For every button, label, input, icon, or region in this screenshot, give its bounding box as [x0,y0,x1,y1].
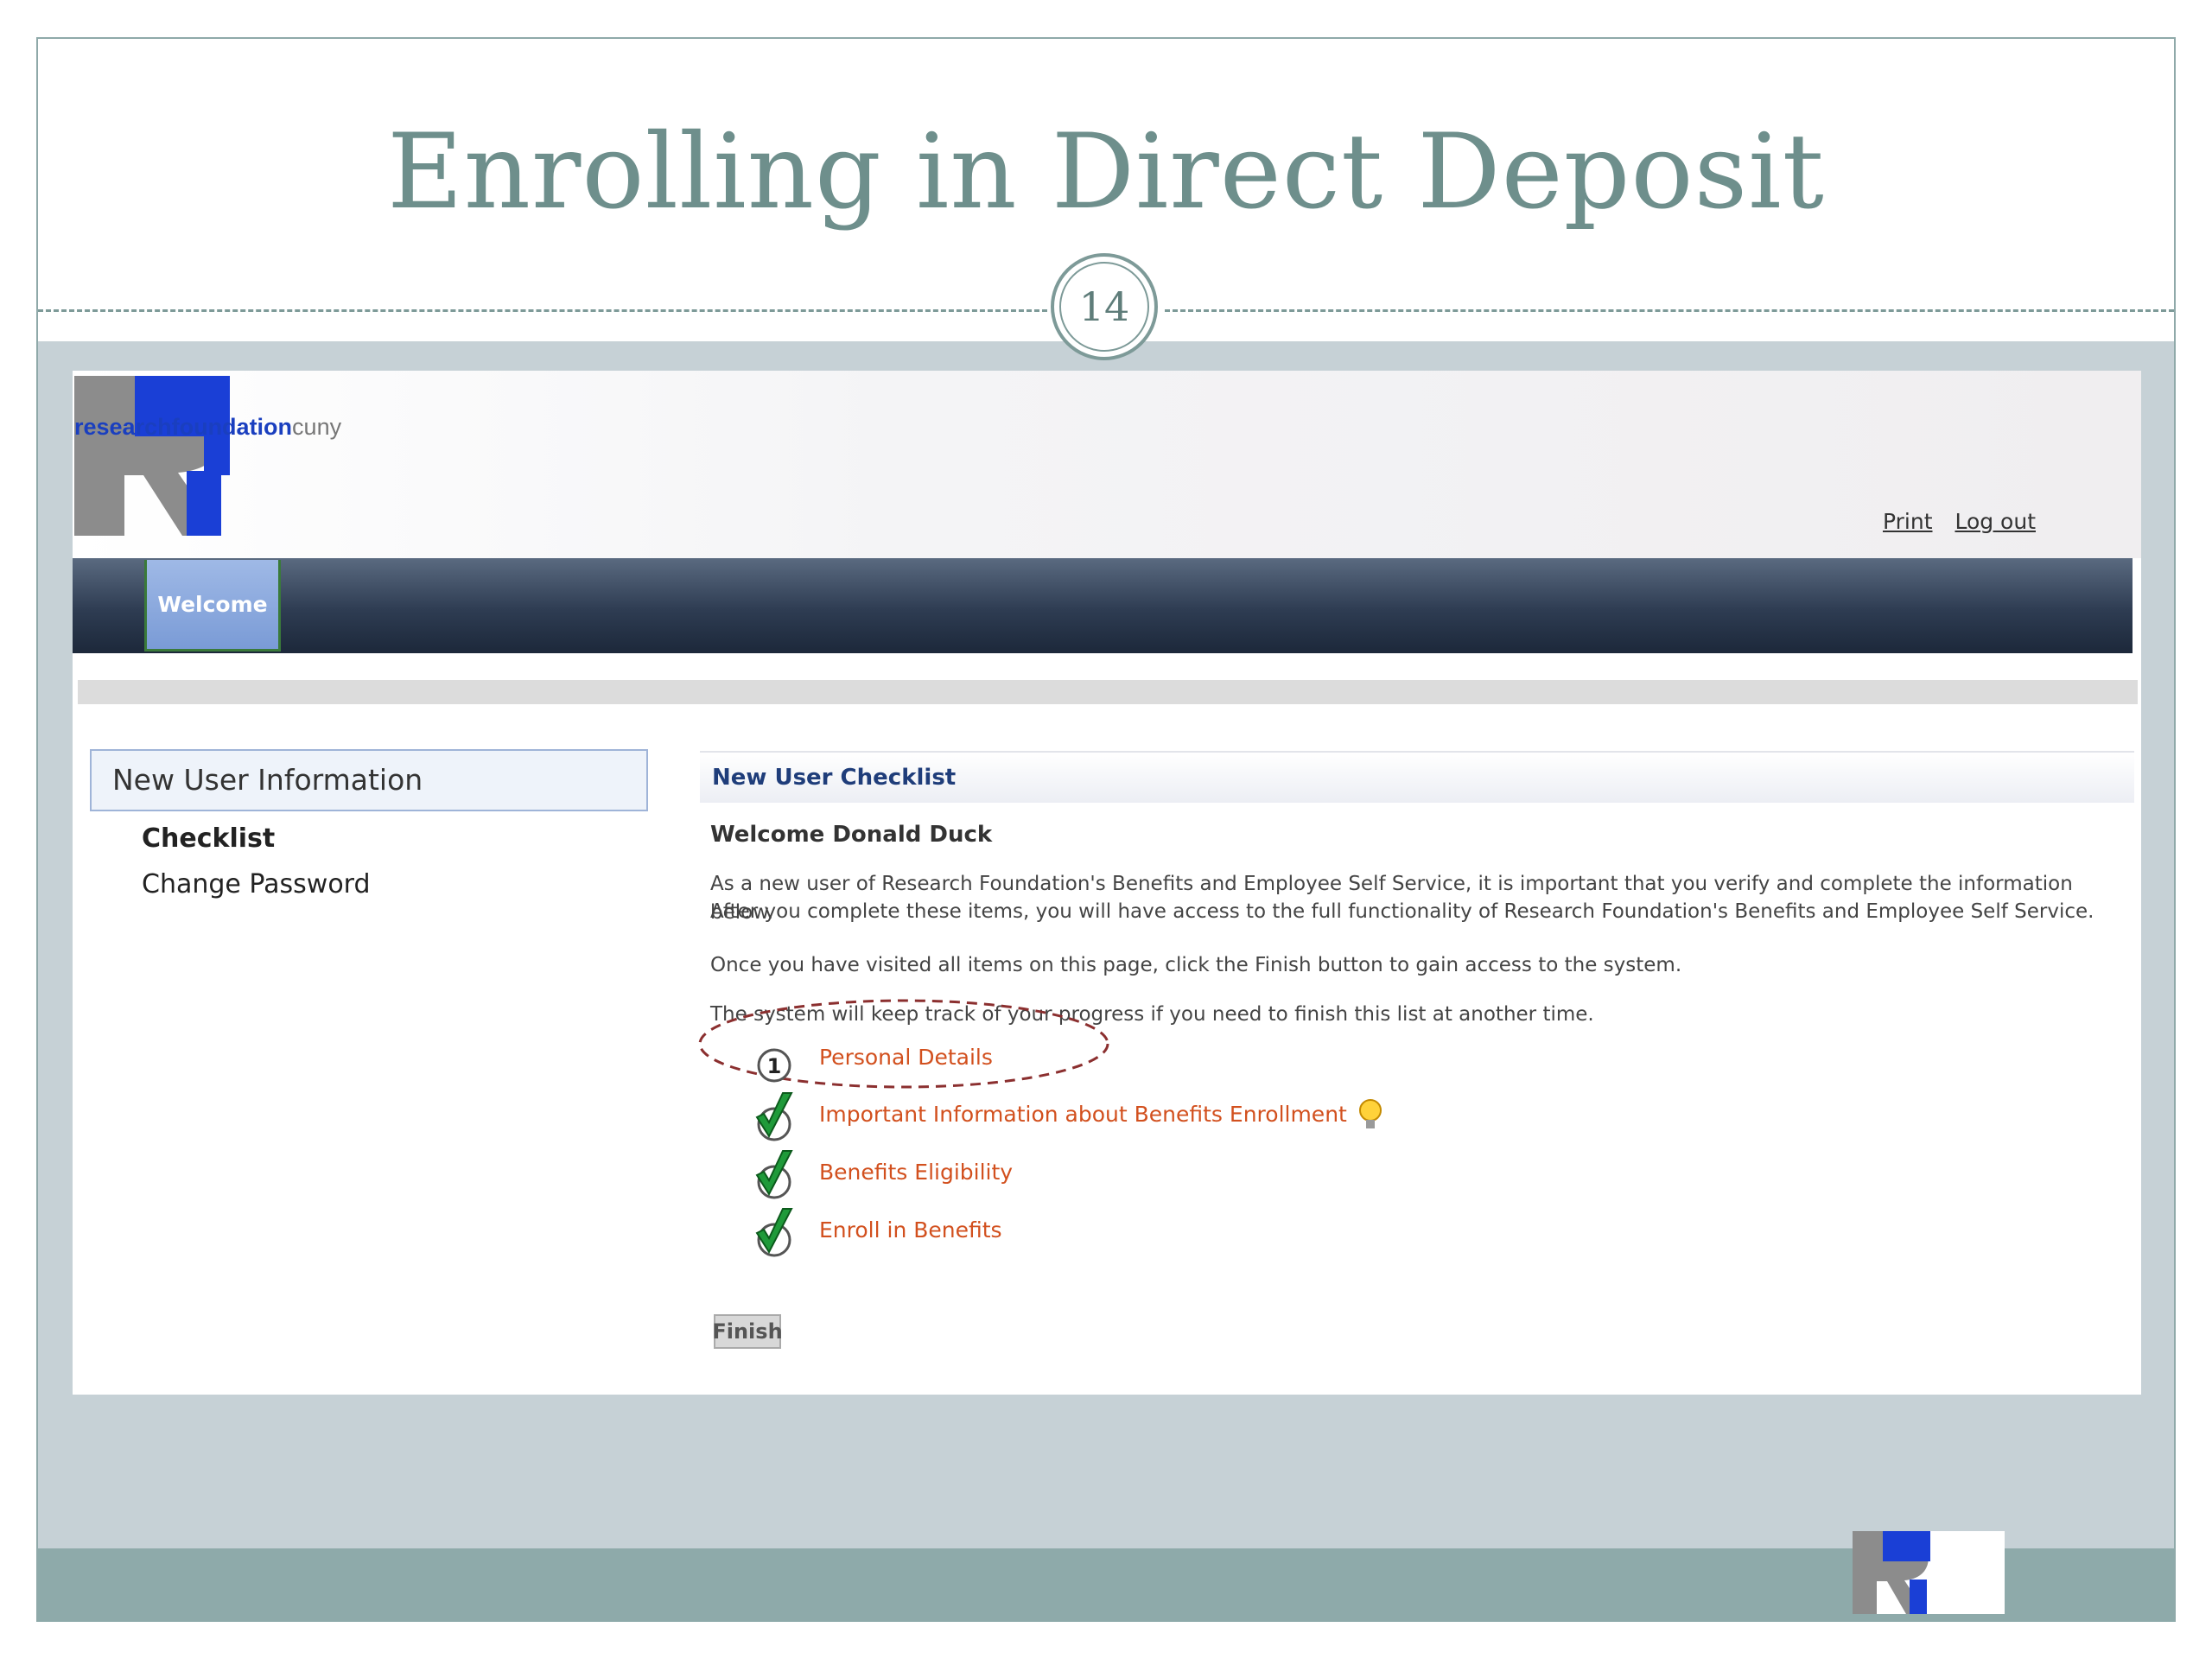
step-number-icon: 1 [757,1048,791,1083]
nav-bar: Welcome [73,558,2133,653]
sidebar-item-checklist[interactable]: Checklist [142,823,275,854]
checkmark-icon [755,1150,793,1199]
finish-button[interactable]: Finish [712,1314,783,1349]
checkmark-icon [755,1208,793,1257]
sub-nav-bar [78,680,2138,704]
footer-logo [1853,1531,2005,1614]
app-screenshot: researchfoundationcuny Print Log out Wel… [73,371,2141,1395]
eligibility-link[interactable]: Benefits Eligibility [819,1160,1013,1185]
divider-right [1165,309,2174,312]
svg-text:1: 1 [767,1054,782,1078]
logo-wordmark: researchfoundationcuny [74,414,342,440]
finish-instructions: Once you have visited all items on this … [710,954,1682,976]
benefits-info-link[interactable]: Important Information about Benefits Enr… [819,1102,1347,1127]
section-title: New User Checklist [712,765,957,791]
logout-link[interactable]: Log out [1955,509,2036,534]
header-links: Print Log out [1867,509,2036,534]
app-header: researchfoundationcuny Print Log out [73,371,2141,558]
sidebar-heading: New User Information [90,749,648,811]
welcome-message: Welcome Donald Duck [710,822,993,848]
slide-title: Enrolling in Direct Deposit [387,112,1825,232]
page-number-badge: 14 [1051,253,1158,360]
slide-frame: Enrolling in Direct Deposit 14 researchf… [36,37,2176,1622]
tab-welcome[interactable]: Welcome [144,560,281,652]
sidebar-item-change-password[interactable]: Change Password [142,869,371,899]
intro-line-2: After you complete these items, you will… [710,900,2094,923]
enroll-link[interactable]: Enroll in Benefits [819,1217,1002,1243]
section-header: New User Checklist [700,751,2134,803]
print-link[interactable]: Print [1883,509,1933,534]
checkmark-icon [755,1092,793,1141]
page-number: 14 [1059,262,1149,352]
rf-logo [74,376,230,536]
rf-logo-small [1853,1531,1930,1614]
lightbulb-icon[interactable] [1358,1098,1382,1133]
personal-details-link[interactable]: Personal Details [819,1045,993,1070]
divider-left [38,309,1047,312]
